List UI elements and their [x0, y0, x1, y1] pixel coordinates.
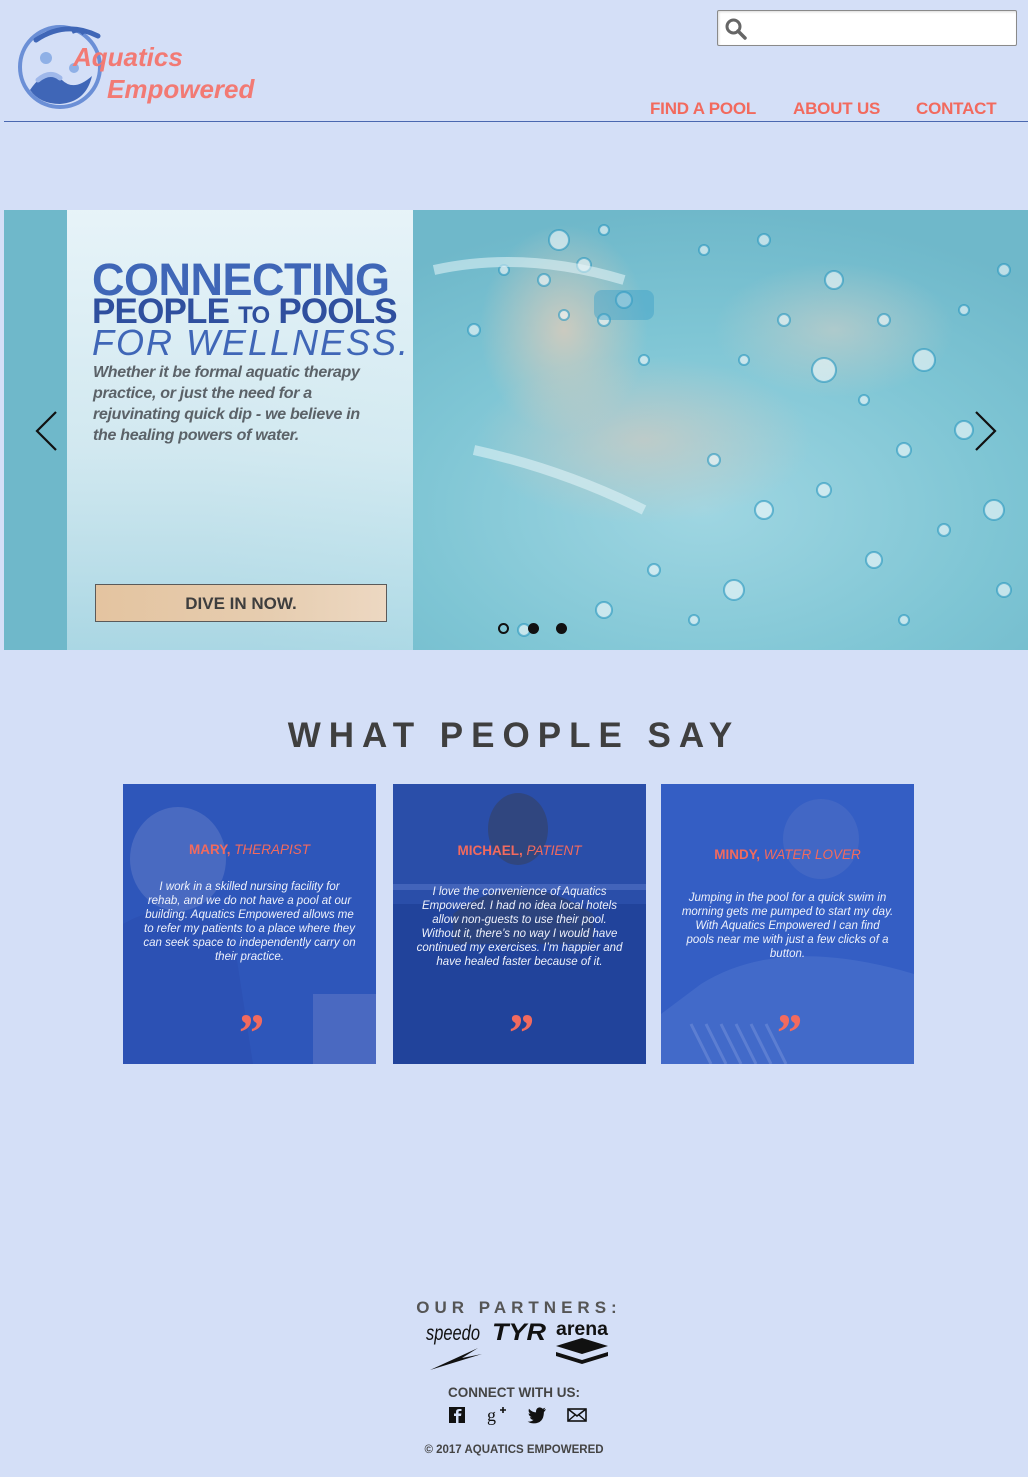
search-icon[interactable] — [725, 18, 747, 40]
copyright: © 2017 AQUATICS EMPOWERED — [424, 1444, 604, 1456]
google-plus-icon[interactable]: g — [486, 1404, 508, 1426]
chevron-left-icon[interactable] — [34, 410, 60, 452]
testimonial-card-mindy: MINDY, WATER LOVER Jumping in the pool f… — [661, 784, 914, 1064]
hero-panel: CONNECTING PEOPLE TO POOLS FOR WELLNESS.… — [67, 210, 413, 650]
nav-about-us[interactable]: ABOUT US — [793, 99, 880, 119]
arena-logo[interactable]: arena — [556, 1319, 608, 1364]
hero-slider: CONNECTING PEOPLE TO POOLS FOR WELLNESS.… — [4, 210, 1028, 650]
slide-dot-2[interactable] — [528, 623, 539, 634]
speedo-wordmark: speedo — [426, 1322, 480, 1345]
svg-text:g: g — [487, 1405, 496, 1425]
testimonial-card-michael: MICHAEL, PATIENT I love the convenience … — [393, 784, 646, 1064]
mindy-role: WATER LOVER — [763, 847, 861, 862]
testimonial-name-michael: MICHAEL, PATIENT — [393, 843, 646, 858]
mail-icon[interactable] — [566, 1404, 588, 1426]
tyr-logo[interactable]: TYR — [492, 1319, 547, 1346]
testimonial-text-mindy: Jumping in the pool for a quick swim in … — [681, 892, 894, 960]
site-logo[interactable]: Aquatics Empowered — [16, 22, 256, 112]
logo-text-empowered: Empowered — [107, 74, 255, 104]
testimonial-text-mary: I work in a skilled nursing facility for… — [143, 881, 356, 963]
chevron-right-icon[interactable] — [972, 410, 998, 452]
search-box — [717, 10, 1017, 46]
testimonial-text-michael: I love the convenience of Aquatics Empow… — [416, 886, 623, 968]
dive-in-now-button[interactable]: DIVE IN NOW. — [95, 584, 387, 622]
nav-find-a-pool[interactable]: FIND A POOL — [650, 99, 756, 119]
slide-dot-3[interactable] — [556, 623, 567, 634]
facebook-icon[interactable] — [446, 1404, 468, 1426]
quote-icon: ” — [506, 1003, 533, 1063]
partners-title: OUR PARTNERS: — [416, 1298, 622, 1317]
slide-dot-1[interactable] — [498, 623, 509, 634]
nav-contact[interactable]: CONTACT — [916, 99, 997, 119]
twitter-icon[interactable] — [526, 1404, 548, 1426]
mary-role: THERAPIST — [234, 842, 311, 857]
connect-label: CONNECT WITH US: — [448, 1385, 580, 1400]
site-header: Aquatics Empowered FIND A POOL ABOUT US … — [4, 0, 1028, 122]
quote-icon: ” — [774, 1003, 801, 1063]
logo-text-aquatics: Aquatics — [73, 42, 183, 72]
hero-description: Whether it be formal aquatic therapy pra… — [93, 364, 360, 444]
testimonials-title: WHAT PEOPLE SAY — [287, 716, 741, 755]
slider-dots — [497, 620, 577, 636]
michael-name: MICHAEL, — [457, 843, 523, 858]
testimonial-name-mindy: MINDY, WATER LOVER — [661, 847, 914, 862]
michael-role: PATIENT — [526, 843, 582, 858]
arena-wordmark: arena — [556, 1319, 608, 1340]
partner-logos: speedo TYR arena — [426, 1319, 608, 1370]
hero-heading-for-wellness: FOR WELLNESS. — [92, 322, 411, 363]
speedo-logo[interactable]: speedo — [426, 1322, 482, 1370]
search-input[interactable] — [754, 15, 1010, 41]
quote-icon: ” — [236, 1003, 263, 1063]
mary-name: MARY, — [188, 842, 231, 857]
testimonial-name-mary: MARY, THERAPIST — [123, 842, 376, 857]
mindy-name: MINDY, — [714, 847, 760, 862]
testimonial-card-mary: MARY, THERAPIST I work in a skilled nurs… — [123, 784, 376, 1064]
